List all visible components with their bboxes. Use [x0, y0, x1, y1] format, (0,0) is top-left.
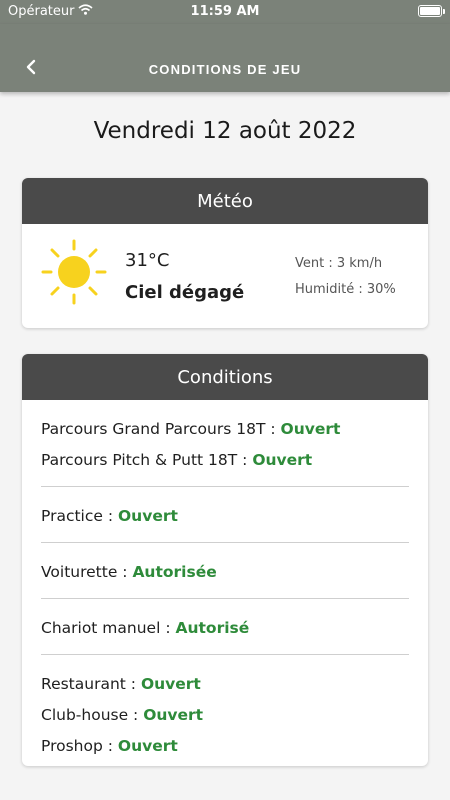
weather-body: 31°C Ciel dégagé Vent : 3 km/h Humidité …: [22, 224, 428, 328]
condition-row: Club-house : Ouvert: [41, 700, 409, 731]
condition-label: Practice :: [41, 507, 118, 525]
condition-row: Parcours Grand Parcours 18T : Ouvert: [41, 414, 409, 445]
condition-label: Proshop :: [41, 737, 118, 755]
condition-row: Parcours Pitch & Putt 18T : Ouvert: [41, 445, 409, 476]
condition-label: Parcours Pitch & Putt 18T :: [41, 451, 253, 469]
condition-status: Autorisée: [132, 563, 217, 581]
weather-card: Météo 31°C Ciel dégagé Vent : 3 km/h Hum…: [22, 178, 428, 328]
battery-icon: [418, 5, 445, 17]
conditions-card: Conditions Parcours Grand Parcours 18T :…: [22, 354, 428, 766]
condition-status: Ouvert: [143, 706, 204, 724]
condition-status: Ouvert: [252, 451, 313, 469]
nav-bar: CONDITIONS DE JEU: [0, 24, 450, 92]
condition-group-facilities: Restaurant : Ouvert Club-house : Ouvert …: [41, 655, 409, 766]
clock: 11:59 AM: [190, 4, 260, 19]
condition-status: Autorisé: [175, 619, 250, 637]
weather-card-header: Météo: [22, 178, 428, 224]
condition-label: Restaurant :: [41, 675, 141, 693]
page-title: CONDITIONS DE JEU: [148, 62, 302, 77]
condition-status: Ouvert: [280, 420, 341, 438]
condition-group-courses: Parcours Grand Parcours 18T : Ouvert Par…: [41, 400, 409, 487]
sky-condition: Ciel dégagé: [125, 282, 245, 303]
sun-icon: [41, 239, 107, 305]
conditions-list: Parcours Grand Parcours 18T : Ouvert Par…: [22, 400, 428, 766]
condition-status: Ouvert: [117, 737, 178, 755]
humidity: Humidité : 30%: [295, 282, 396, 297]
wind-speed: Vent : 3 km/h: [295, 256, 383, 271]
status-bar: Opérateur 11:59 AM: [0, 0, 450, 24]
condition-label: Parcours Grand Parcours 18T :: [41, 420, 281, 438]
condition-group-practice: Practice : Ouvert: [41, 487, 409, 543]
date-heading: Vendredi 12 août 2022: [93, 118, 357, 144]
temperature: 31°C: [125, 250, 170, 271]
condition-row: Proshop : Ouvert: [41, 731, 409, 762]
condition-group-cart: Voiturette : Autorisée: [41, 543, 409, 599]
conditions-card-header: Conditions: [22, 354, 428, 400]
condition-label: Club-house :: [41, 706, 144, 724]
condition-row: Practice : Ouvert: [41, 501, 409, 532]
condition-row: Chariot manuel : Autorisé: [41, 613, 409, 644]
condition-label: Voiturette :: [41, 563, 133, 581]
condition-status: Ouvert: [140, 675, 201, 693]
condition-label: Chariot manuel :: [41, 619, 176, 637]
condition-status: Ouvert: [118, 507, 178, 525]
condition-row: Voiturette : Autorisée: [41, 557, 409, 588]
condition-group-trolley: Chariot manuel : Autorisé: [41, 599, 409, 655]
condition-row: Restaurant : Ouvert: [41, 669, 409, 700]
